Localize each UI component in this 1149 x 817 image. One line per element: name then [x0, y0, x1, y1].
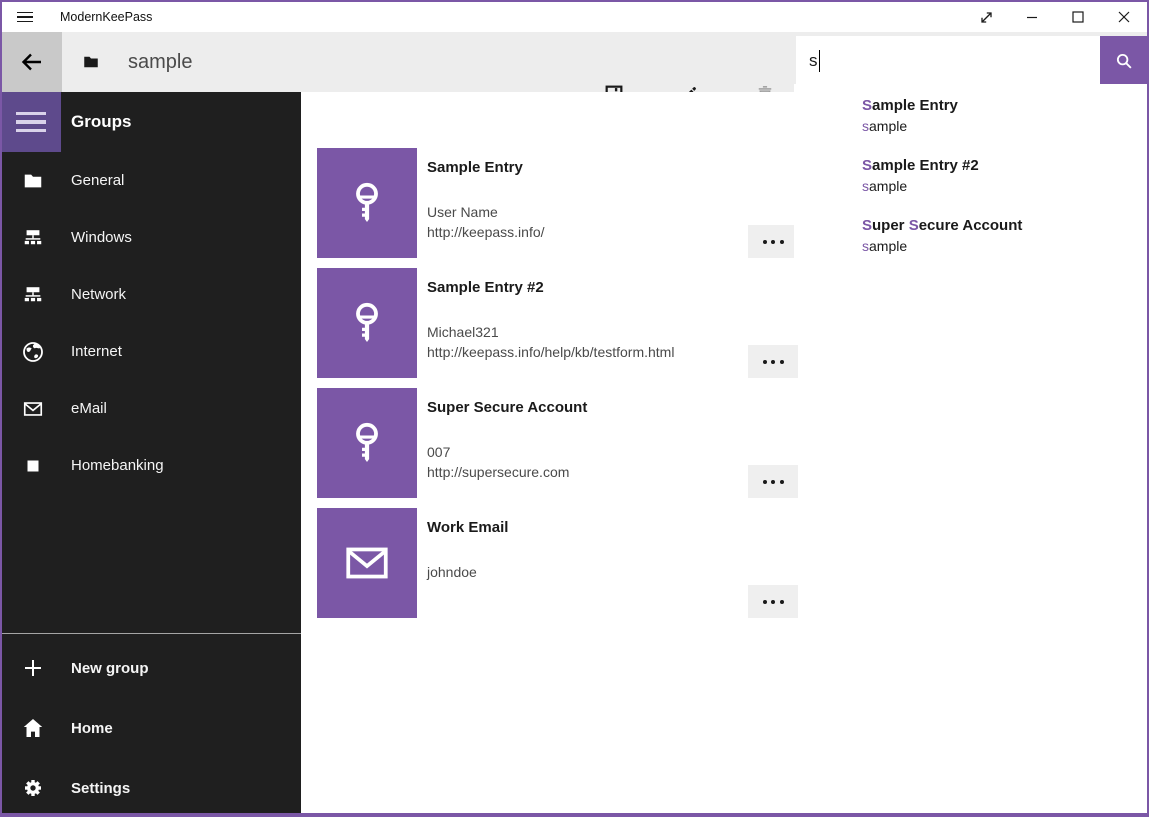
sidebar-item-windows[interactable]: Windows [0, 209, 301, 266]
close-icon [1118, 11, 1130, 23]
plus-icon [20, 656, 46, 680]
suggestion-sample-entry-2[interactable]: Sample Entry #2 sample [862, 156, 1147, 196]
close-button[interactable] [1101, 2, 1147, 32]
suggestion-subtitle: sample [862, 176, 1147, 196]
entry-more-button[interactable] [748, 585, 798, 618]
minimize-icon [1026, 11, 1038, 23]
sidebar-item-label: Windows [71, 229, 132, 246]
sidebar-item-label: Settings [71, 780, 130, 797]
app-window: ModernKeePass [0, 0, 1149, 817]
key-icon [317, 388, 417, 498]
globe-icon [20, 340, 46, 364]
suggestion-super-secure-account[interactable]: Super Secure Account sample [862, 216, 1147, 256]
nav-hamburger-button[interactable] [0, 92, 61, 152]
entry-row-work-email[interactable]: Work Email johndoe [317, 508, 798, 618]
search-button[interactable] [1100, 36, 1147, 86]
sidebar-item-label: Internet [71, 343, 122, 360]
database-title: sample [128, 32, 192, 92]
suggestion-title: Sample Entry [862, 96, 1147, 116]
entry-username: johndoe [427, 562, 477, 582]
sidebar-item-label: Home [71, 720, 113, 737]
search-query-text: s [809, 51, 818, 71]
sidebar-item-home[interactable]: Home [0, 698, 301, 758]
maximize-icon [1072, 11, 1084, 23]
back-arrow-icon [20, 50, 44, 74]
fullscreen-button[interactable] [963, 2, 1009, 32]
sidebar-item-internet[interactable]: Internet [0, 323, 301, 380]
entry-row-super-secure-account[interactable]: Super Secure Account 007 http://supersec… [317, 388, 798, 498]
sidebar-item-label: General [71, 172, 124, 189]
sidebar: Groups General Windows [0, 92, 301, 813]
sidebar-item-settings[interactable]: Settings [0, 758, 301, 817]
sidebar-item-general[interactable]: General [0, 152, 301, 209]
entry-title: Sample Entry [427, 159, 523, 176]
sidebar-item-label: eMail [71, 400, 107, 417]
app-title: ModernKeePass [60, 10, 152, 24]
back-button[interactable] [2, 32, 62, 92]
titlebar-hamburger-icon[interactable] [2, 2, 48, 32]
titlebar: ModernKeePass [2, 2, 1147, 32]
sidebar-item-network[interactable]: Network [0, 266, 301, 323]
sidebar-item-new-group[interactable]: New group [0, 638, 301, 698]
square-icon [20, 455, 46, 477]
entry-title: Sample Entry #2 [427, 279, 544, 296]
suggestion-sample-entry[interactable]: Sample Entry sample [862, 96, 1147, 136]
entry-title: Super Secure Account [427, 399, 587, 416]
settings-gear-icon [20, 776, 46, 800]
maximize-button[interactable] [1055, 2, 1101, 32]
sidebar-footer: New group Home Settings [0, 638, 301, 817]
command-bar: sample [2, 32, 1147, 92]
network-icon [20, 227, 46, 249]
entry-url: http://keepass.info/ [427, 222, 545, 242]
sidebar-item-email[interactable]: eMail [0, 380, 301, 437]
search-icon [1113, 50, 1135, 72]
search-suggestions: Sample Entry sample Sample Entry #2 samp… [794, 84, 1147, 300]
sidebar-item-label: Network [71, 286, 126, 303]
entry-row-sample-entry-2[interactable]: Sample Entry #2 Michael321 http://keepas… [317, 268, 798, 378]
entry-title: Work Email [427, 519, 508, 536]
sidebar-separator [0, 633, 301, 634]
entry-row-sample-entry[interactable]: Sample Entry User Name http://keepass.in… [317, 148, 798, 258]
group-list: General Windows [0, 152, 301, 494]
text-cursor [819, 50, 821, 72]
entry-more-button[interactable] [748, 345, 798, 378]
suggestion-title: Super Secure Account [862, 216, 1147, 236]
database-folder-icon [82, 53, 100, 76]
suggestion-title: Sample Entry #2 [862, 156, 1147, 176]
entry-username: 007 [427, 442, 450, 462]
mail-icon [20, 398, 46, 420]
entry-url: http://supersecure.com [427, 462, 569, 482]
search-input[interactable]: s [796, 36, 1100, 86]
entry-url: http://keepass.info/help/kb/testform.htm… [427, 342, 674, 362]
network-icon [20, 284, 46, 306]
sidebar-item-label: Homebanking [71, 457, 164, 474]
folder-icon [20, 170, 46, 192]
sidebar-item-homebanking[interactable]: Homebanking [0, 437, 301, 494]
sidebar-item-label: New group [71, 660, 149, 677]
home-icon [20, 716, 46, 740]
window-controls [963, 2, 1147, 32]
mail-icon [317, 508, 417, 618]
minimize-button[interactable] [1009, 2, 1055, 32]
key-icon [317, 148, 417, 258]
suggestion-subtitle: sample [862, 116, 1147, 136]
resize-diagonal-icon [979, 10, 994, 25]
groups-header: Groups [71, 92, 131, 152]
entry-more-button[interactable] [748, 225, 798, 258]
key-icon [317, 268, 417, 378]
entry-username: Michael321 [427, 322, 499, 342]
entry-more-button[interactable] [748, 465, 798, 498]
entry-username: User Name [427, 202, 498, 222]
suggestion-subtitle: sample [862, 236, 1147, 256]
